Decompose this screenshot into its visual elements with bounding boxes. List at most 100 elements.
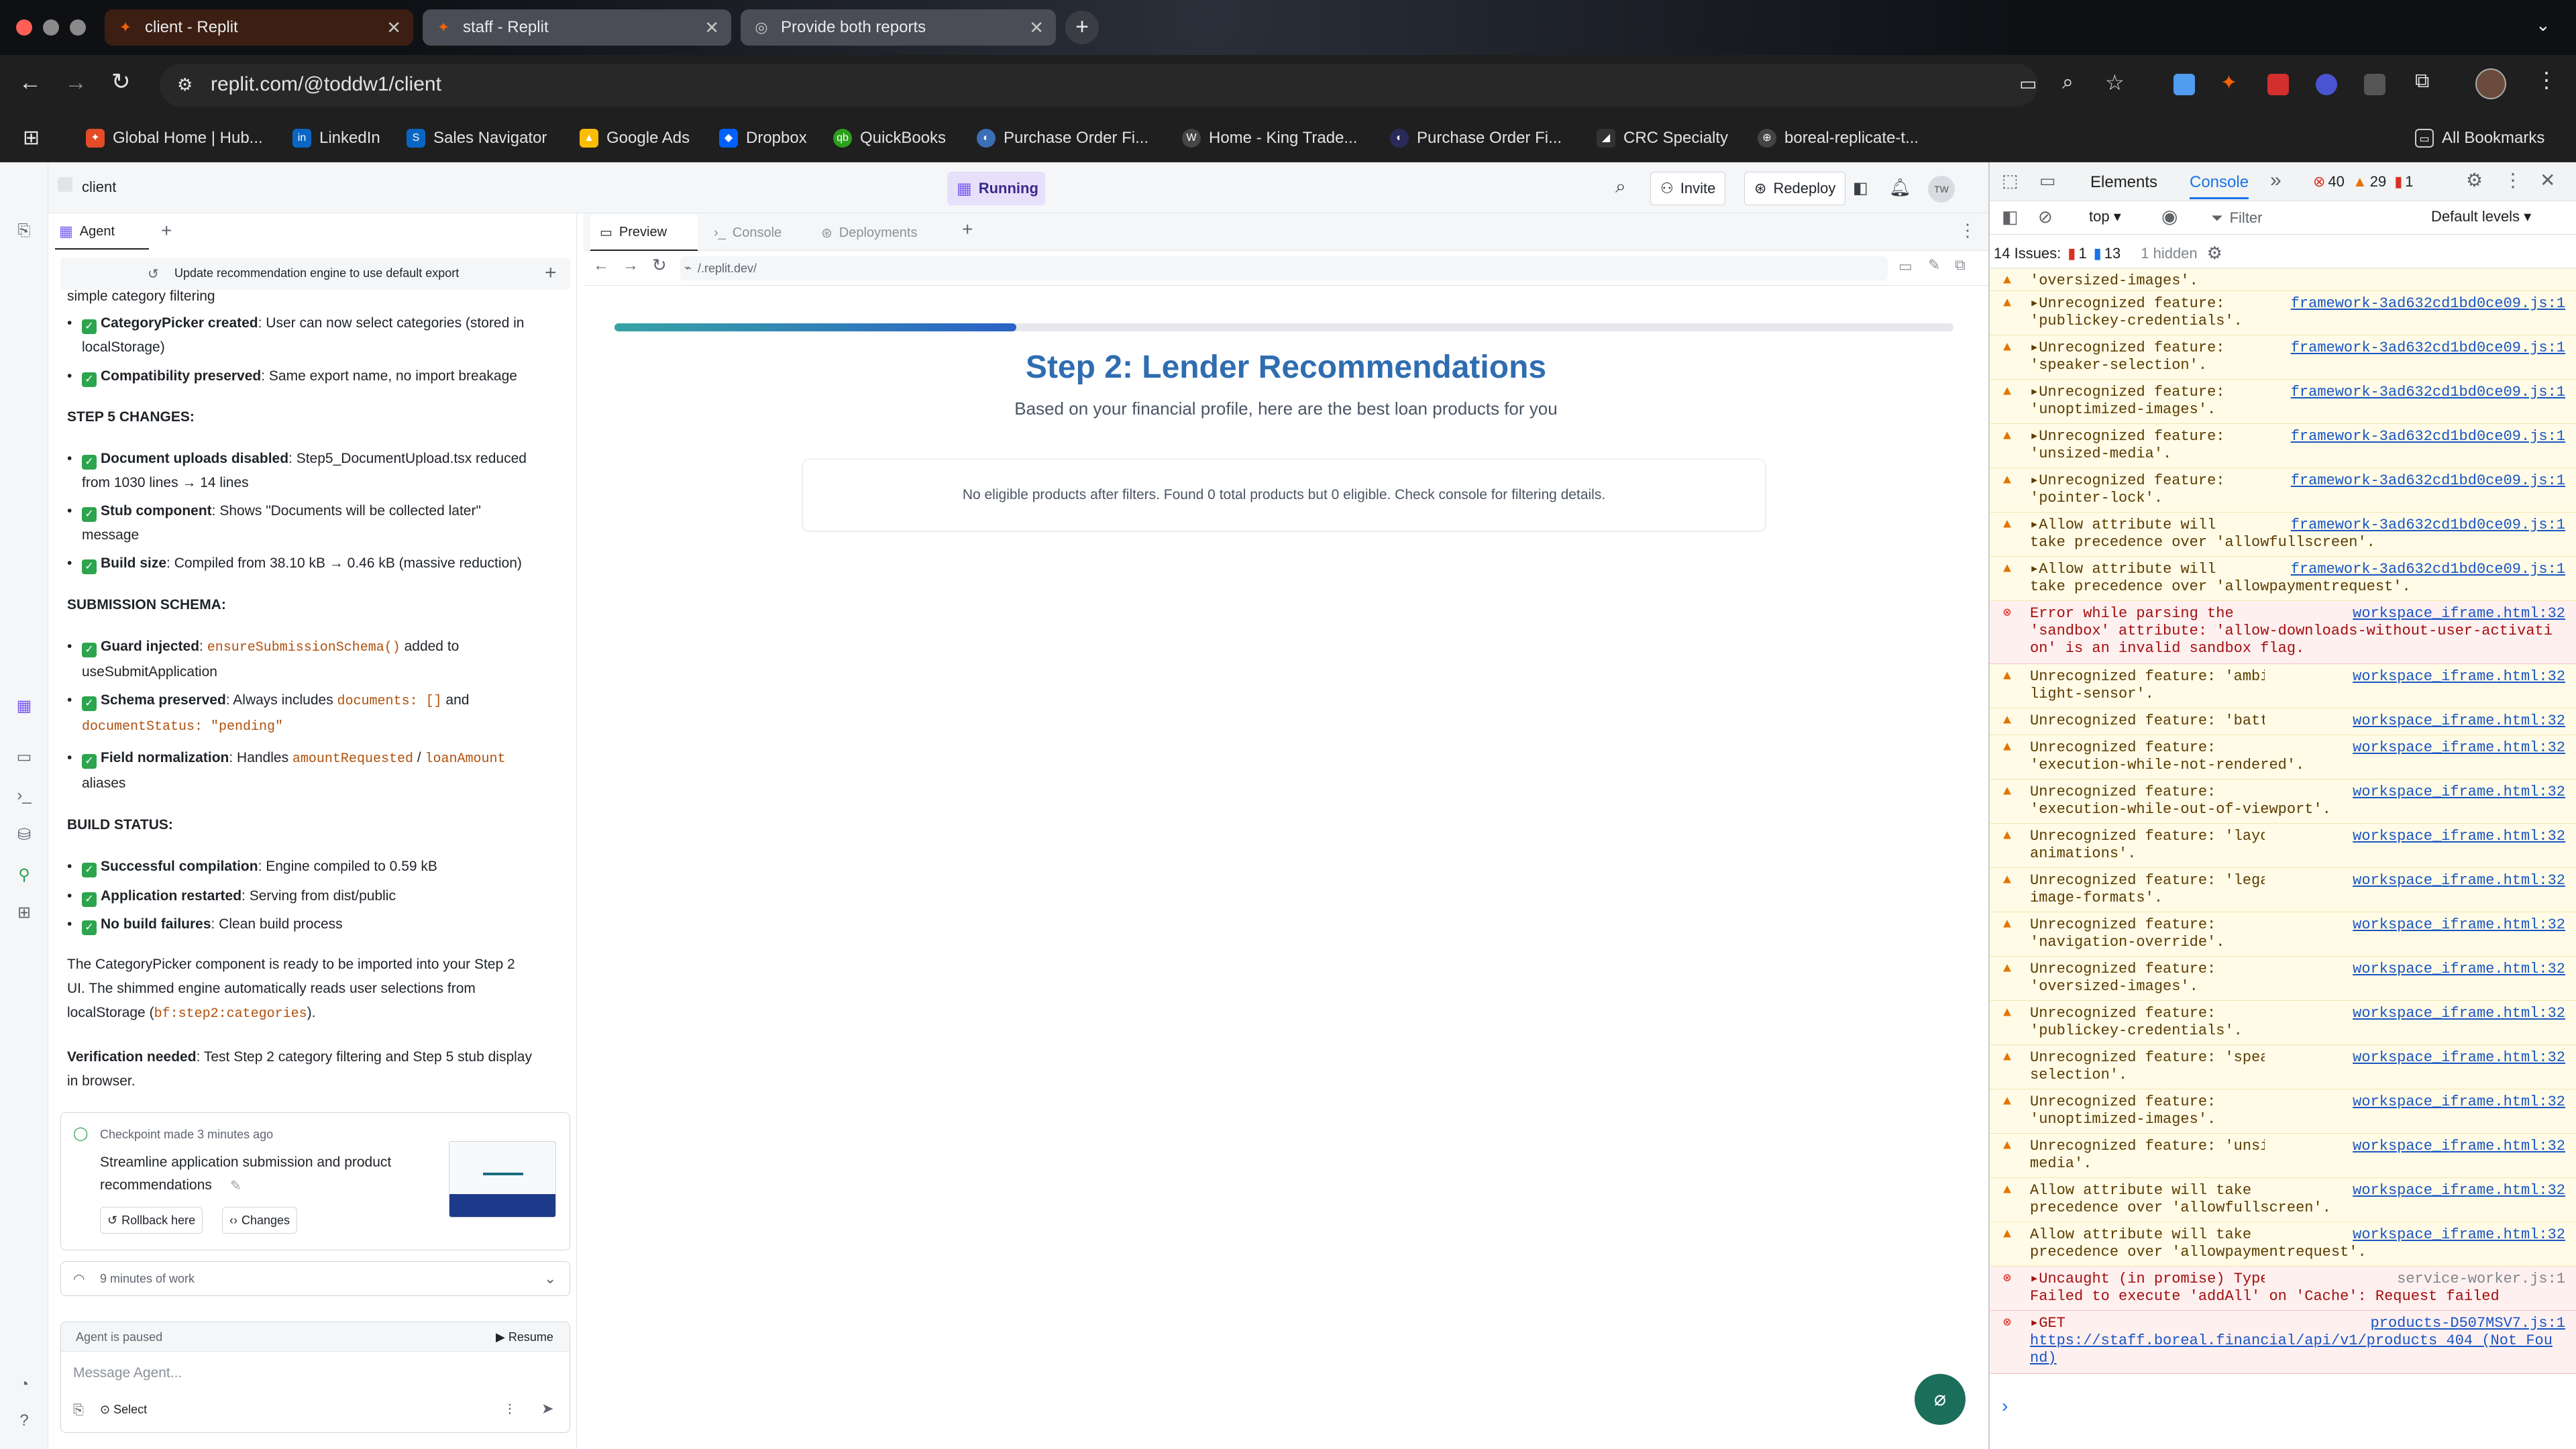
preview-url-input[interactable]: ⌁ /.replit.dev/ — [680, 256, 1888, 280]
new-tab-button[interactable]: + — [1065, 11, 1099, 44]
console-warning-row[interactable]: ▲ ▸Unrecognized feature:'speaker-selectio… — [1990, 335, 2576, 380]
console-source-link[interactable]: workspace_iframe.html:32 — [2353, 1049, 2565, 1067]
run-status-button[interactable]: ▦ Running — [947, 172, 1045, 205]
extension-zoominfo-icon[interactable] — [2316, 74, 2337, 95]
console-prompt[interactable]: › — [2002, 1395, 2008, 1417]
log-levels-dropdown[interactable]: Default levels ▾ — [2431, 208, 2531, 225]
bookmark-google-ads[interactable]: ▲ Google Ads — [580, 125, 690, 152]
browser-tab-staff[interactable]: ✦ staff - Replit ✕ — [423, 9, 731, 46]
inspect-element-icon[interactable]: ⬚ — [2002, 170, 2019, 191]
database-icon[interactable]: ⛁ — [13, 825, 35, 847]
devtools-close-icon[interactable]: ✕ — [2540, 169, 2555, 191]
console-error-row[interactable]: ⊗ ▸GET https://staff.boreal.financial/api/… — [1990, 1311, 2576, 1374]
console-warning-row[interactable]: ▲ Unrecognized feature:'publickey-credent… — [1990, 1001, 2576, 1045]
console-error-row[interactable]: ⊗ ▸Uncaught (in promise) TypeError:Failed… — [1990, 1267, 2576, 1311]
console-source-link[interactable]: workspace_iframe.html:32 — [2353, 1182, 2565, 1199]
git-icon[interactable]: ⚲ — [13, 865, 35, 887]
redeploy-button[interactable]: ⊛ Redeploy — [1744, 172, 1846, 205]
console-warning-row[interactable]: ▲ Unrecognized feature: 'layout-animation… — [1990, 824, 2576, 868]
tab-agent[interactable]: ▦ Agent — [55, 215, 149, 250]
devices-icon[interactable]: ▭ — [1898, 258, 1913, 275]
console-warning-row[interactable]: ▲ Unrecognized feature:'execution-while-n… — [1990, 735, 2576, 780]
bookmark-crc-specialty[interactable]: ◢ CRC Specialty — [1597, 125, 1728, 152]
browser-tab-reports[interactable]: ◎ Provide both reports ✕ — [741, 9, 1056, 46]
select-button[interactable]: ⊙ Select — [100, 1403, 147, 1417]
forward-icon[interactable]: → — [64, 70, 87, 96]
preview-reload-icon[interactable]: ↻ — [652, 255, 667, 276]
console-source-link[interactable]: framework-3ad632cd1bd0ce09.js:1 — [2291, 339, 2565, 357]
bookmark-dropbox[interactable]: ◆ Dropbox — [719, 125, 807, 152]
console-source-link[interactable]: framework-3ad632cd1bd0ce09.js:1 — [2291, 384, 2565, 401]
console-source-link[interactable]: workspace_iframe.html:32 — [2353, 828, 2565, 845]
extension-4-icon[interactable] — [2364, 74, 2385, 95]
zoom-icon[interactable]: ⌕ — [2062, 71, 2074, 94]
message-input[interactable]: Message Agent... — [73, 1365, 182, 1381]
clear-console-icon[interactable]: ⊘ — [2038, 207, 2053, 227]
bookmark-global-home[interactable]: ✦ Global Home | Hub... — [86, 125, 263, 152]
console-source-link[interactable]: products-D507MSV7.js:1 — [2371, 1315, 2565, 1332]
console-warning-row[interactable]: ▲ ▸Allow attribute will take precedence ov… — [1990, 557, 2576, 601]
console-warning-row[interactable]: ▲ Allow attribute will take precedence ove… — [1990, 1178, 2576, 1222]
bookmark-purchase-order-1[interactable]: ◐ Purchase Order Fi... — [977, 125, 1148, 152]
resume-button[interactable]: ▶ Resume — [496, 1330, 553, 1344]
console-source-link[interactable]: workspace_iframe.html:32 — [2353, 784, 2565, 801]
bookmark-star-icon[interactable]: ☆ — [2105, 70, 2125, 95]
device-toolbar-icon[interactable]: ▭ — [2039, 170, 2056, 191]
preview-back-icon[interactable]: ← — [593, 256, 609, 275]
console-source-link[interactable]: service-worker.js:1 — [2397, 1271, 2565, 1288]
devtools-settings-icon[interactable]: ⚙ — [2466, 169, 2483, 191]
repl-name[interactable]: client — [82, 178, 116, 196]
site-info-icon[interactable]: ⚙ — [177, 74, 193, 95]
settings-sliders-icon[interactable]: ⫶ — [508, 1401, 512, 1419]
sidebar-toggle-icon[interactable]: ◧ — [2002, 207, 2019, 227]
live-expression-eye-icon[interactable]: ◉ — [2161, 205, 2178, 227]
console-source-link[interactable]: workspace_iframe.html:32 — [2353, 605, 2565, 623]
console-source-link[interactable]: workspace_iframe.html:32 — [2353, 739, 2565, 757]
console-source-link[interactable]: workspace_iframe.html:32 — [2353, 668, 2565, 686]
console-source-link[interactable]: framework-3ad632cd1bd0ce09.js:1 — [2291, 561, 2565, 578]
console-source-link[interactable]: workspace_iframe.html:32 — [2353, 1005, 2565, 1022]
back-icon[interactable]: ← — [19, 70, 42, 96]
changes-button[interactable]: ‹› Changes — [222, 1207, 298, 1234]
add-tab-icon[interactable]: + — [962, 219, 973, 240]
console-warning-row[interactable]: ▲ ▸Unrecognized feature:'pointer-lock'. fr… — [1990, 468, 2576, 513]
console-warning-row[interactable]: ▲ Allow attribute will take precedence ove… — [1990, 1222, 2576, 1267]
bookmark-linkedin[interactable]: in LinkedIn — [292, 125, 380, 152]
url-text[interactable]: replit.com/@toddw1/client — [211, 73, 441, 96]
console-warning-row[interactable]: ▲ ▸Unrecognized feature:'publickey-creden… — [1990, 291, 2576, 335]
invite-button[interactable]: ⚇ Invite — [1650, 172, 1726, 205]
agent-grid-icon[interactable]: ▦ — [13, 696, 35, 718]
install-app-icon[interactable]: ▭ — [2019, 72, 2037, 95]
console-warning-row[interactable]: ▲ Unrecognized feature: 'ambient-light-se… — [1990, 664, 2576, 708]
all-tools-icon[interactable]: ⊞ — [13, 903, 35, 924]
tab-search-icon[interactable]: ⌄ — [2536, 15, 2551, 36]
extension-replit-icon[interactable]: ✦ — [2220, 71, 2237, 95]
all-bookmarks-folder[interactable]: ▭ All Bookmarks — [2415, 125, 2544, 152]
send-icon[interactable]: ➤ — [541, 1400, 553, 1417]
new-chat-icon[interactable]: + — [545, 262, 557, 284]
console-warning-row[interactable]: ▲ Unrecognized feature: 'speaker-selectio… — [1990, 1045, 2576, 1089]
console-warning-row[interactable]: ▲ ▸Allow attribute will take precedence ov… — [1990, 513, 2576, 557]
issue-counters[interactable]: ⊗ 40 ▲ 29 ▮ 1 — [2313, 173, 2414, 191]
user-avatar[interactable]: TW — [1928, 176, 1955, 203]
console-source-link[interactable]: workspace_iframe.html:32 — [2353, 916, 2565, 934]
bookmark-boreal-replicate[interactable]: ⊕ boreal-replicate-t... — [1758, 125, 1919, 152]
browser-tab-client[interactable]: ✦ client - Replit ✕ — [105, 9, 413, 46]
console-warning-row[interactable]: ▲ 'oversized-images'. — [1990, 268, 2576, 291]
checkpoint-thumbnail[interactable] — [449, 1141, 556, 1218]
console-source-link[interactable]: workspace_iframe.html:32 — [2353, 961, 2565, 978]
preview-forward-icon[interactable]: → — [623, 256, 639, 275]
new-tab-plus-icon[interactable]: + — [161, 220, 172, 241]
tab-deployments[interactable]: ⊛ Deployments — [812, 215, 946, 251]
extension-acrobat-icon[interactable] — [2267, 74, 2289, 95]
apps-grid-icon[interactable]: ⊞ — [23, 126, 40, 150]
tab-console[interactable]: Console — [2190, 173, 2249, 199]
notification-bell-icon[interactable]: 🔔︎ — [1889, 177, 1911, 198]
context-selector[interactable]: top ▾ — [2089, 208, 2121, 225]
bookmark-quickbooks[interactable]: qb QuickBooks — [833, 125, 946, 152]
shell-icon[interactable]: ›_ — [13, 786, 35, 808]
console-source-link[interactable]: framework-3ad632cd1bd0ce09.js:1 — [2291, 428, 2565, 445]
console-warning-row[interactable]: ▲ Unrecognized feature: 'battery'. workspa… — [1990, 708, 2576, 735]
files-icon[interactable]: ⎘ — [13, 221, 35, 243]
tab-preview[interactable]: ▭ Preview — [590, 215, 698, 251]
